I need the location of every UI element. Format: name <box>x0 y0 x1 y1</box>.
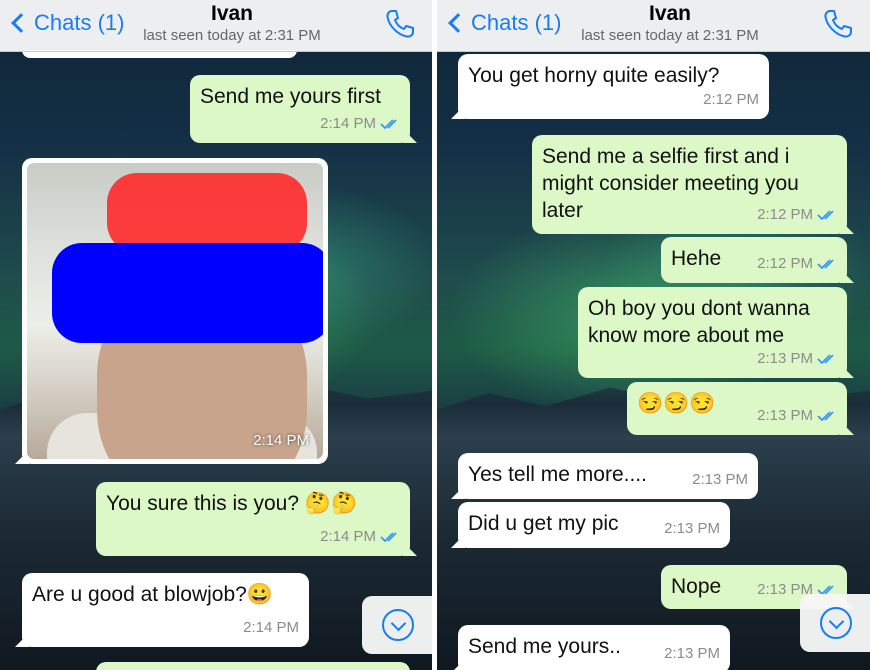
chat-header: Chats (1) Ivan last seen today at 2:31 P… <box>0 0 432 52</box>
message-meta: 2:13 PM <box>664 515 720 542</box>
chevron-left-icon <box>448 13 468 33</box>
chevron-left-icon <box>11 13 31 33</box>
phone-call-icon[interactable] <box>822 8 854 40</box>
back-label: Chats (1) <box>34 10 125 35</box>
message-time: 2:14 PM <box>320 115 376 132</box>
contact-title[interactable]: Ivan last seen today at 2:31 PM <box>132 2 332 46</box>
contact-title[interactable]: Ivan last seen today at 2:31 PM <box>570 2 770 46</box>
message-in[interactable]: Did u get my pic 2:13 PM <box>458 502 730 548</box>
message-time: 2:14 PM <box>243 619 299 636</box>
message-text: Send me yours.. <box>468 635 621 658</box>
message-text: You get horny quite easily? <box>468 64 720 87</box>
chevron-down-circle-icon <box>820 607 852 639</box>
message-in-photo[interactable]: 2:14 PM <box>22 158 328 464</box>
message-time: 2:14 PM <box>320 528 376 545</box>
message-out[interactable]: Send me a selfie first and i might consi… <box>532 135 847 234</box>
message-text: Yes tell me more.... <box>468 463 647 486</box>
message-meta: 2:14 PM <box>320 523 400 550</box>
back-button[interactable]: Chats (1) <box>445 10 561 36</box>
message-time: 2:13 PM <box>757 350 813 367</box>
message-meta: 2:13 PM <box>757 402 837 429</box>
message-out[interactable]: Hehe 2:12 PM <box>661 237 847 283</box>
message-text: Hehe <box>671 247 722 270</box>
red-scribble-redaction <box>107 173 307 253</box>
message-meta: 2:14 PM <box>243 614 299 641</box>
message-meta: 2:14 PM <box>320 110 400 137</box>
contact-name: Ivan <box>648 2 692 25</box>
message-out[interactable]: You sure this is you? 🤔🤔 2:14 PM <box>96 482 410 556</box>
read-receipt-icon <box>380 118 397 129</box>
read-receipt-icon <box>817 353 834 364</box>
blue-scribble-redaction <box>52 243 323 343</box>
message-text: Are u good at blowjob?😀 <box>32 583 273 606</box>
message-out[interactable]: Send me yours first 2:14 PM <box>190 75 410 143</box>
last-seen-status: last seen today at 2:31 PM <box>581 27 759 44</box>
chat-header: Chats (1) Ivan last seen today at 2:31 P… <box>437 0 870 52</box>
message-time: 2:12 PM <box>757 206 813 223</box>
read-receipt-icon <box>817 410 834 421</box>
photo[interactable]: 2:14 PM <box>27 163 323 459</box>
chat-panel-left: Chats (1) Ivan last seen today at 2:31 P… <box>0 0 432 670</box>
message-time: 2:12 PM <box>703 91 759 108</box>
read-receipt-icon <box>817 209 834 220</box>
photo-time: 2:14 PM <box>253 432 309 449</box>
message-time: 2:13 PM <box>757 407 813 424</box>
message-in[interactable]: Yes tell me more.... 2:13 PM <box>458 453 758 499</box>
message-text: Did u get my pic <box>468 512 619 535</box>
contact-name: Ivan <box>210 2 254 25</box>
back-label: Chats (1) <box>471 10 562 35</box>
message-meta: 2:13 PM <box>692 466 748 493</box>
message-meta: 2:12 PM <box>703 86 759 113</box>
message-meta: 2:13 PM <box>664 640 720 667</box>
message-meta: 2:13 PM <box>757 345 837 372</box>
message-in[interactable]: You get horny quite easily? 2:12 PM <box>458 54 769 119</box>
message-meta: 2:12 PM <box>757 201 837 228</box>
message-meta: 2:12 PM <box>757 250 837 277</box>
message-time: 2:13 PM <box>692 471 748 488</box>
message-text: Oh boy you dont wanna know more about me <box>588 297 810 347</box>
read-receipt-icon <box>380 531 397 542</box>
message-text: You sure this is you? 🤔🤔 <box>106 492 358 515</box>
message-text: Nope <box>671 575 722 598</box>
back-button[interactable]: Chats (1) <box>8 10 124 36</box>
message-time: 2:12 PM <box>757 255 813 272</box>
message-time: 2:13 PM <box>664 520 720 537</box>
message-time: 2:13 PM <box>664 645 720 662</box>
message-text: Send me yours first <box>200 85 381 108</box>
message-in[interactable]: Are u good at blowjob?😀 2:14 PM <box>22 573 309 647</box>
last-seen-status: last seen today at 2:31 PM <box>143 27 321 44</box>
next-message-edge <box>96 662 410 670</box>
scroll-to-bottom-button[interactable] <box>362 596 432 654</box>
message-text: 😏😏😏 <box>637 392 716 415</box>
chat-panel-right: Chats (1) Ivan last seen today at 2:31 P… <box>437 0 870 670</box>
read-receipt-icon <box>817 258 834 269</box>
phone-call-icon[interactable] <box>384 8 416 40</box>
message-out[interactable]: 😏😏😏 2:13 PM <box>627 382 847 435</box>
scroll-to-bottom-button[interactable] <box>800 594 870 652</box>
chevron-down-circle-icon <box>382 609 414 641</box>
message-in[interactable]: Send me yours.. 2:13 PM <box>458 625 730 670</box>
message-out[interactable]: Oh boy you dont wanna know more about me… <box>578 287 847 378</box>
